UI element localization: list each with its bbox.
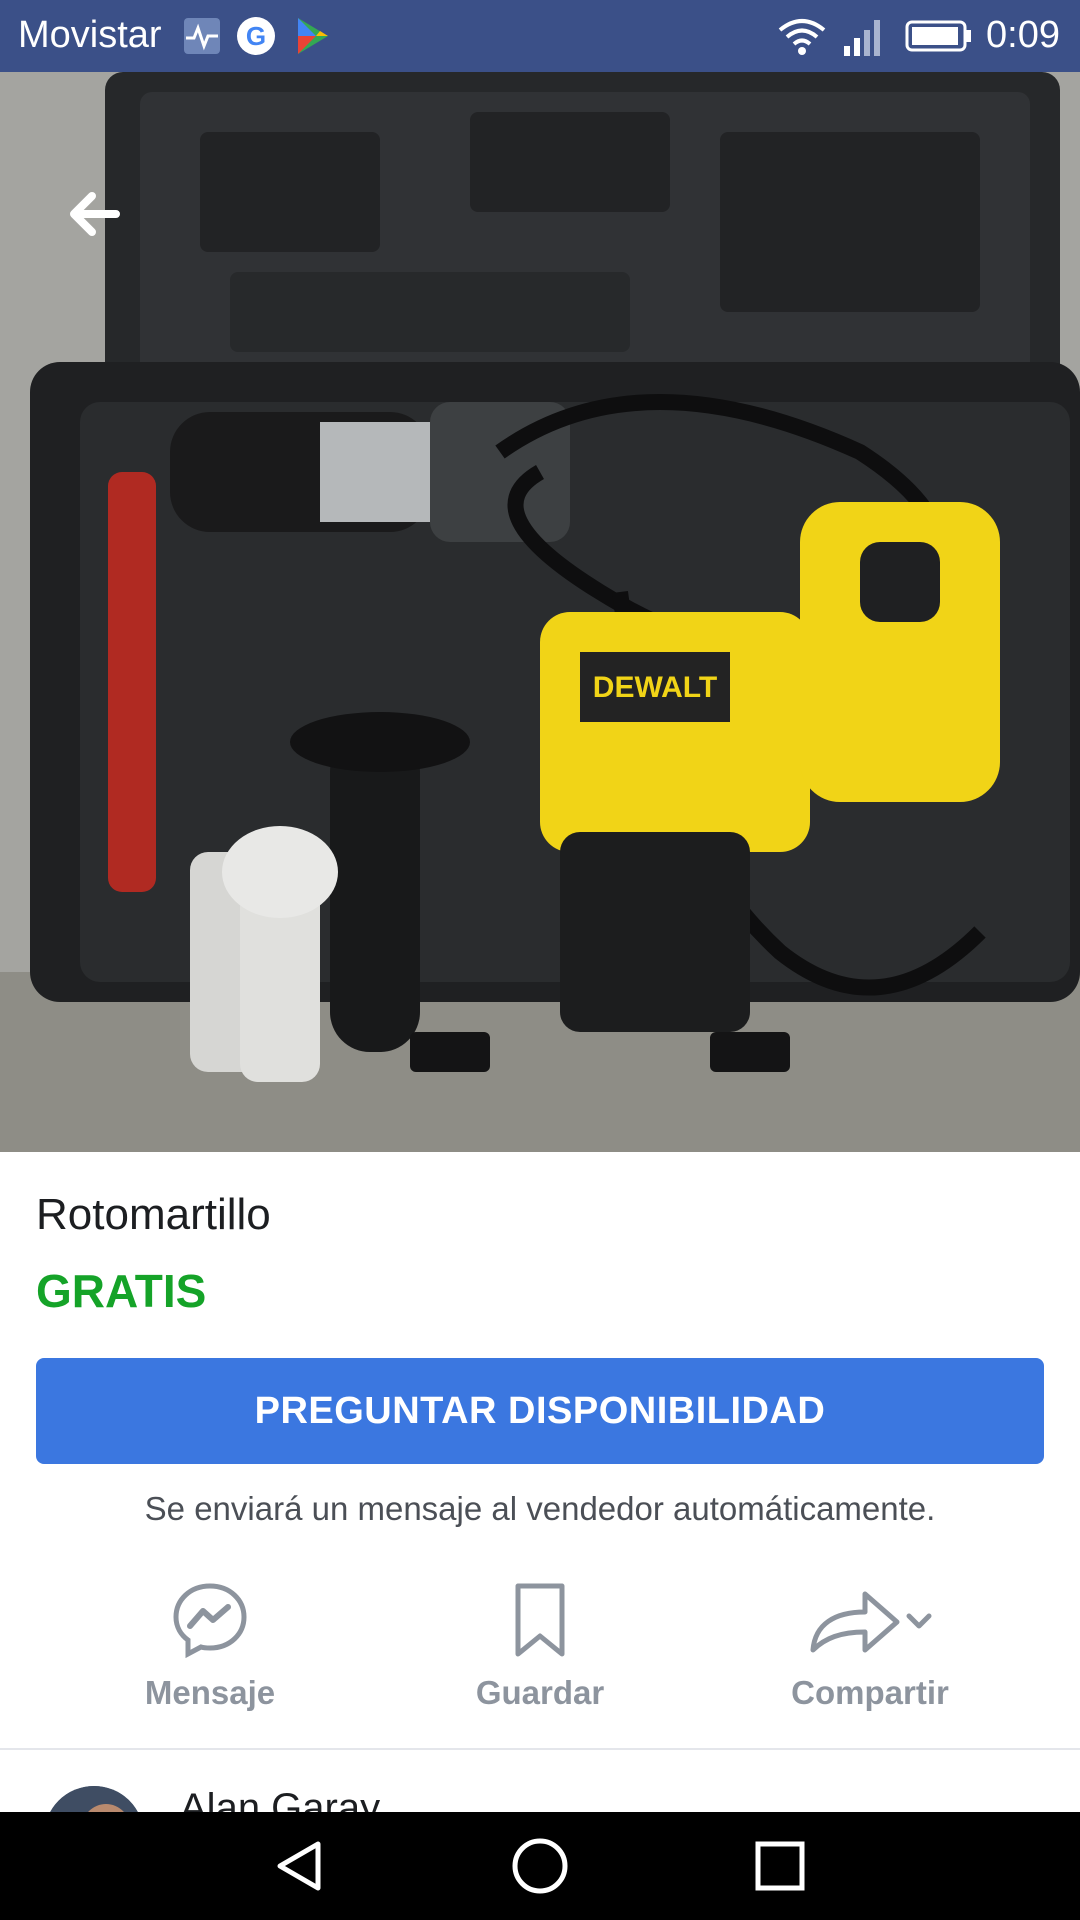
clock: 0:09 [986,14,1060,56]
bookmark-icon [515,1583,565,1657]
save-label: Guardar [475,1674,605,1711]
share-action[interactable]: Compartir [740,1580,1000,1730]
wifi-icon [778,19,826,55]
message-action[interactable]: Mensaje [80,1580,340,1730]
google-icon: G [237,17,275,55]
svg-text:DEWALT: DEWALT [593,671,717,704]
back-arrow-icon[interactable] [64,184,124,244]
product-title: Rotomartillo [36,1190,271,1239]
signal-icon [844,20,880,56]
message-label: Mensaje [144,1674,276,1711]
recents-square-icon[interactable] [750,1836,810,1896]
battery-icon [905,20,971,52]
auto-message-note: Se enviará un mensaje al vendedor automá… [144,1490,936,1527]
carrier-name: Movistar [18,14,162,56]
navigation-bar [0,1812,1080,1920]
messenger-icon [173,1583,247,1659]
drill-case-image: DEWALT [0,72,1080,1152]
health-icon [184,18,220,54]
home-circle-icon[interactable] [510,1836,570,1896]
back-triangle-icon[interactable] [270,1836,330,1896]
share-icon [810,1591,932,1653]
product-price: GRATIS [36,1265,207,1317]
divider [0,1748,1080,1750]
share-label: Compartir [791,1674,949,1711]
svg-text:G: G [246,21,266,51]
play-store-icon [298,18,328,54]
chevron-down-icon [906,1613,932,1629]
product-photo[interactable]: DEWALT [0,72,1080,1152]
ask-availability-button[interactable]: PREGUNTAR DISPONIBILIDAD [36,1358,1044,1464]
save-action[interactable]: Guardar [410,1580,670,1730]
status-bar: Movistar G 0:09 [0,0,1080,72]
